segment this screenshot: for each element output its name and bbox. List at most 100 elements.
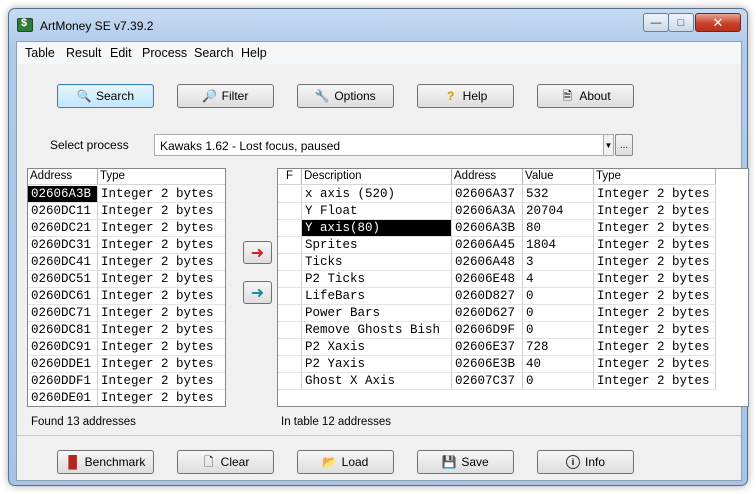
search-button-label: Search [95,89,135,103]
address-table[interactable]: F Description Address Value Type x axis (520)… [277,168,749,407]
table-row[interactable]: 0260DC41 Integer 2 bytes [28,254,225,271]
menu-search[interactable]: Search [194,46,234,60]
save-button[interactable]: 💾 Save [417,450,514,474]
clear-button-label: Clear [220,455,250,469]
column-header-address[interactable]: Address [28,169,98,185]
table-row[interactable]: 0260DDE1 Integer 2 bytes [28,356,225,373]
about-button-label: About [579,89,611,103]
clear-button[interactable]: 🗋 Clear [177,450,274,474]
cell-address: 0260DC21 [28,220,98,237]
info-button[interactable]: i Info [537,450,634,474]
column-header-value[interactable]: Value [523,169,594,185]
cell-address: 0260DDF1 [28,373,98,390]
cell-description: Ghost X Axis [302,373,452,390]
table-row[interactable]: P2 Ticks 02606E48 4 Integer 2 bytes [278,271,716,288]
cell-f [278,203,302,220]
cell-address: 02606A3B [452,220,523,237]
maximize-button[interactable]: □ [668,13,694,32]
filter-button-label: Filter [221,89,249,103]
cell-address: 02606E37 [452,339,523,356]
column-header-type[interactable]: Type [98,169,225,185]
cell-type: Integer 2 bytes [98,254,225,271]
title-bar: ArtMoney SE v7.39.2 — □ ✕ [9,9,747,39]
cell-f [278,271,302,288]
options-button[interactable]: 🔧 Options [297,84,394,108]
search-results-table[interactable]: Address Type 02606A3B Integer 2 bytes 0260DC… [27,168,226,407]
table-row[interactable]: P2 Xaxis 02606E37 728 Integer 2 bytes [278,339,716,356]
about-button[interactable]: 🗎 About [537,84,634,108]
cell-address: 0260DC81 [28,322,98,339]
column-header-type[interactable]: Type [594,169,716,185]
help-button[interactable]: ? Help [417,84,514,108]
process-dropdown[interactable]: Kawaks 1.62 - Lost focus, paused ▼ [154,134,614,156]
menu-process[interactable]: Process [142,46,187,60]
magnifier-icon: 🔍 [76,89,92,103]
add-to-table-button[interactable]: ➜ [243,241,272,264]
minimize-icon: — [650,16,662,29]
cell-type: Integer 2 bytes [594,203,716,220]
cell-address: 0260DDE1 [28,356,98,373]
column-header-f[interactable]: F [278,169,302,185]
cell-address: 0260DC61 [28,288,98,305]
menu-result[interactable]: Result [66,46,101,60]
menu-edit[interactable]: Edit [110,46,132,60]
table-row[interactable]: 0260DC91 Integer 2 bytes [28,339,225,356]
table-row[interactable]: 0260DDF1 Integer 2 bytes [28,373,225,390]
select-process-label: Select process [50,138,129,152]
found-addresses-status: Found 13 addresses [31,416,136,428]
table-row[interactable]: Ghost X Axis 02607C37 0 Integer 2 bytes [278,373,716,390]
cell-value: 728 [523,339,594,356]
table-row[interactable]: 0260DC51 Integer 2 bytes [28,271,225,288]
cell-type: Integer 2 bytes [98,322,225,339]
cell-f [278,356,302,373]
column-header-address[interactable]: Address [452,169,523,185]
cell-address: 0260DC31 [28,237,98,254]
table-row[interactable]: Power Bars 0260D627 0 Integer 2 bytes [278,305,716,322]
menu-help[interactable]: Help [241,46,267,60]
cell-type: Integer 2 bytes [594,237,716,254]
cell-type: Integer 2 bytes [594,254,716,271]
cell-f [278,288,302,305]
table-row[interactable]: Y Float 02606A3A 20704 Integer 2 bytes [278,203,716,220]
cell-f [278,186,302,203]
cell-description: P2 Yaxis [302,356,452,373]
table-row[interactable]: Sprites 02606A45 1804 Integer 2 bytes [278,237,716,254]
benchmark-button[interactable]: █ Benchmark [57,450,154,474]
table-row[interactable]: 0260DC61 Integer 2 bytes [28,288,225,305]
column-header-description[interactable]: Description [302,169,452,185]
table-row[interactable]: 0260DC11 Integer 2 bytes [28,203,225,220]
save-button-label: Save [461,455,489,469]
cell-type: Integer 2 bytes [98,339,225,356]
menu-table[interactable]: Table [25,46,55,60]
table-row[interactable]: Remove Ghosts Bish 02606D9F 0 Integer 2 byt… [278,322,716,339]
cell-address: 02606E48 [452,271,523,288]
cell-type: Integer 2 bytes [594,339,716,356]
dropdown-arrow-icon[interactable]: ▼ [603,135,613,155]
close-button[interactable]: ✕ [695,13,741,32]
table-row[interactable]: P2 Yaxis 02606E3B 40 Integer 2 bytes [278,356,716,373]
table-row[interactable]: LifeBars 0260D827 0 Integer 2 bytes [278,288,716,305]
folder-open-icon: 📂 [322,455,338,469]
minimize-button[interactable]: — [643,13,669,32]
table-row[interactable]: x axis (520) 02606A37 532 Integer 2 bytes [278,186,716,203]
cell-description: P2 Xaxis [302,339,452,356]
table-row[interactable]: Y axis(80) 02606A3B 80 Integer 2 bytes [278,220,716,237]
load-button[interactable]: 📂 Load [297,450,394,474]
table-row[interactable]: 0260DC31 Integer 2 bytes [28,237,225,254]
table-row[interactable]: 0260DC21 Integer 2 bytes [28,220,225,237]
browse-process-button[interactable]: ... [615,134,633,156]
cell-value: 3 [523,254,594,271]
table-row[interactable]: 02606A3B Integer 2 bytes [28,186,225,203]
table-row[interactable]: 0260DE01 Integer 2 bytes [28,390,225,406]
table-row[interactable]: Ticks 02606A48 3 Integer 2 bytes [278,254,716,271]
filter-button[interactable]: 🔎 Filter [177,84,274,108]
cell-value: 0 [523,305,594,322]
table-row[interactable]: 0260DC81 Integer 2 bytes [28,322,225,339]
cell-type: Integer 2 bytes [594,271,716,288]
move-to-table-button[interactable]: ➜ [243,281,272,304]
cell-description: Y Float [302,203,452,220]
arrow-right-teal-icon: ➜ [250,284,265,302]
search-button[interactable]: 🔍 Search [57,84,154,108]
table-row[interactable]: 0260DC71 Integer 2 bytes [28,305,225,322]
floppy-disk-icon: 💾 [441,455,457,469]
